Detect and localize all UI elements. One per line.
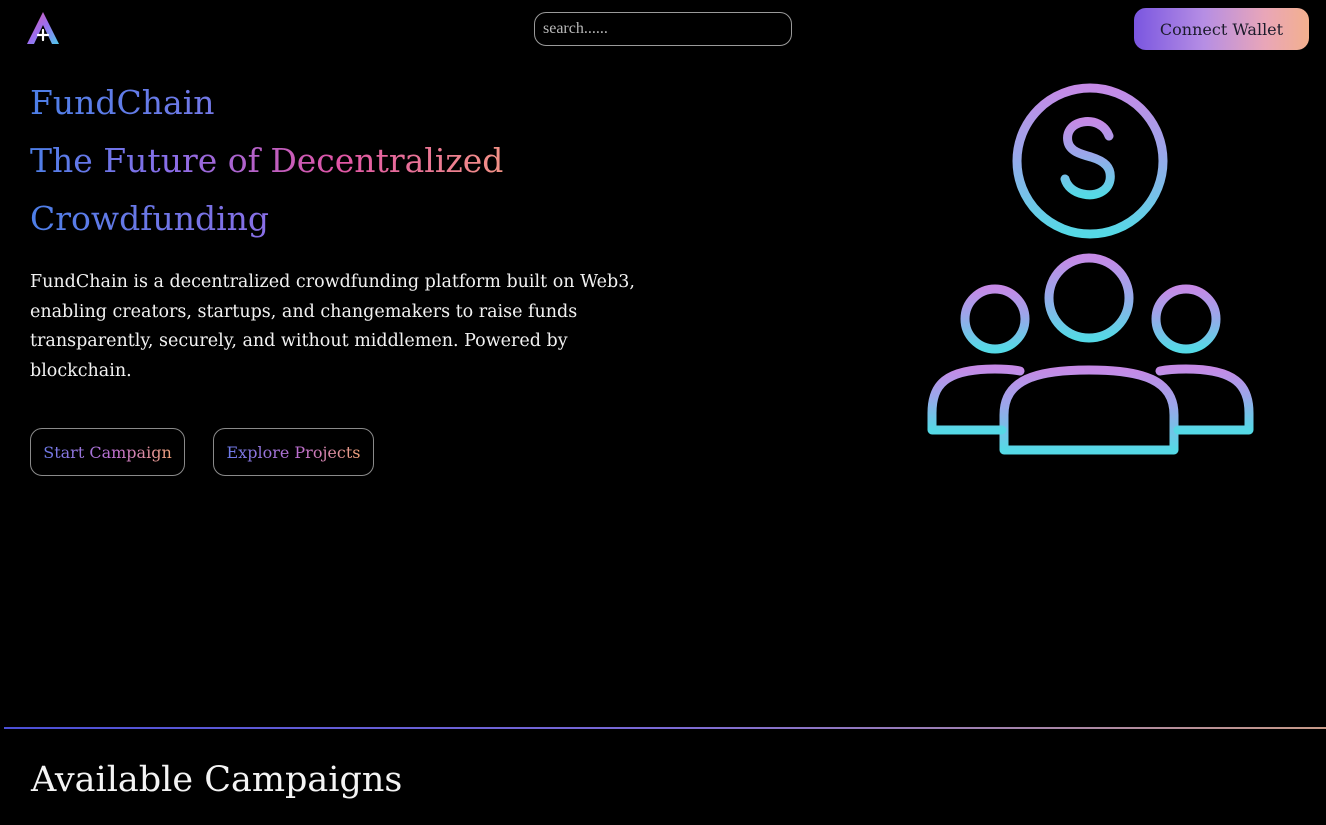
explore-projects-button[interactable]: Explore Projects (213, 428, 374, 476)
crowdfunding-people-dollar-icon (927, 83, 1254, 455)
hero-title-tagline: The Future of Decentralized (30, 132, 503, 190)
start-campaign-label: Start Campaign (43, 442, 172, 462)
section-divider (4, 727, 1326, 729)
fundchain-logo-icon[interactable] (24, 10, 62, 46)
connect-wallet-button[interactable]: Connect Wallet (1134, 8, 1309, 50)
search-input[interactable] (534, 12, 792, 46)
hero-title-tagline-end: Crowdfunding (30, 190, 503, 248)
start-campaign-button[interactable]: Start Campaign (30, 428, 185, 476)
hero-title-brand: FundChain (30, 74, 503, 132)
hero-title: FundChain The Future of Decentralized Cr… (30, 74, 503, 248)
search-bar (534, 12, 792, 46)
page: Connect Wallet FundChain The Future of D… (0, 0, 1326, 825)
hero-description: FundChain is a decentralized crowdfundin… (30, 272, 635, 381)
available-campaigns-title: Available Campaigns (31, 760, 403, 800)
explore-projects-label: Explore Projects (226, 442, 361, 462)
